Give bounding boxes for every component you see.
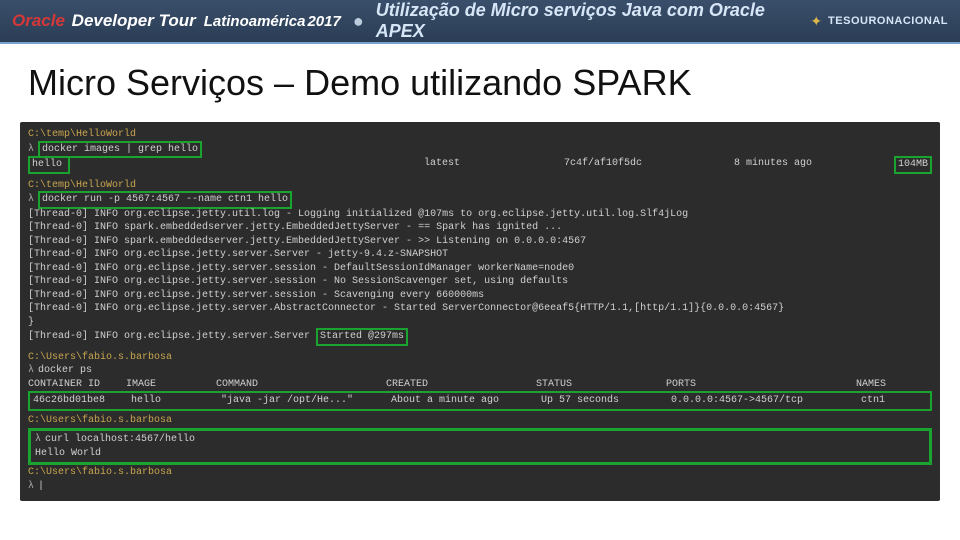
header-title: Utilização de Micro serviços Java com Or… bbox=[376, 0, 811, 42]
docker-image-row: hello latest 7c4f/af10f5dc 8 minutes ago… bbox=[28, 157, 932, 173]
tesouro-logo: ✦ TESOURONACIONAL bbox=[810, 13, 948, 30]
highlight-ps-row: 46c26bd01be8 hello "java -jar /opt/He...… bbox=[28, 391, 932, 411]
separator-dot: ● bbox=[353, 11, 364, 32]
highlight-curl: λcurl localhost:4567/hello Hello World bbox=[28, 428, 932, 465]
brand-sub: Latinoamérica 2017 bbox=[204, 14, 341, 29]
highlight-started: Started @297ms bbox=[316, 328, 408, 346]
highlight-docker-run: docker run -p 4567:4567 --name ctn1 hell… bbox=[38, 191, 292, 209]
star-icon: ✦ bbox=[810, 13, 822, 30]
presentation-header: Oracle Developer Tour Latinoamérica 2017… bbox=[0, 0, 960, 44]
slide-title: Micro Serviços – Demo utilizando SPARK bbox=[0, 44, 960, 114]
ps-header-row: CONTAINER ID IMAGE COMMAND CREATED STATU… bbox=[28, 378, 932, 392]
brand-oracle: Oracle Developer Tour bbox=[12, 11, 196, 31]
cursor-icon: | bbox=[38, 481, 44, 492]
highlight-size: 104MB bbox=[894, 156, 932, 174]
terminal-screenshot: C:\temp\HelloWorld λdocker images | grep… bbox=[20, 122, 940, 501]
